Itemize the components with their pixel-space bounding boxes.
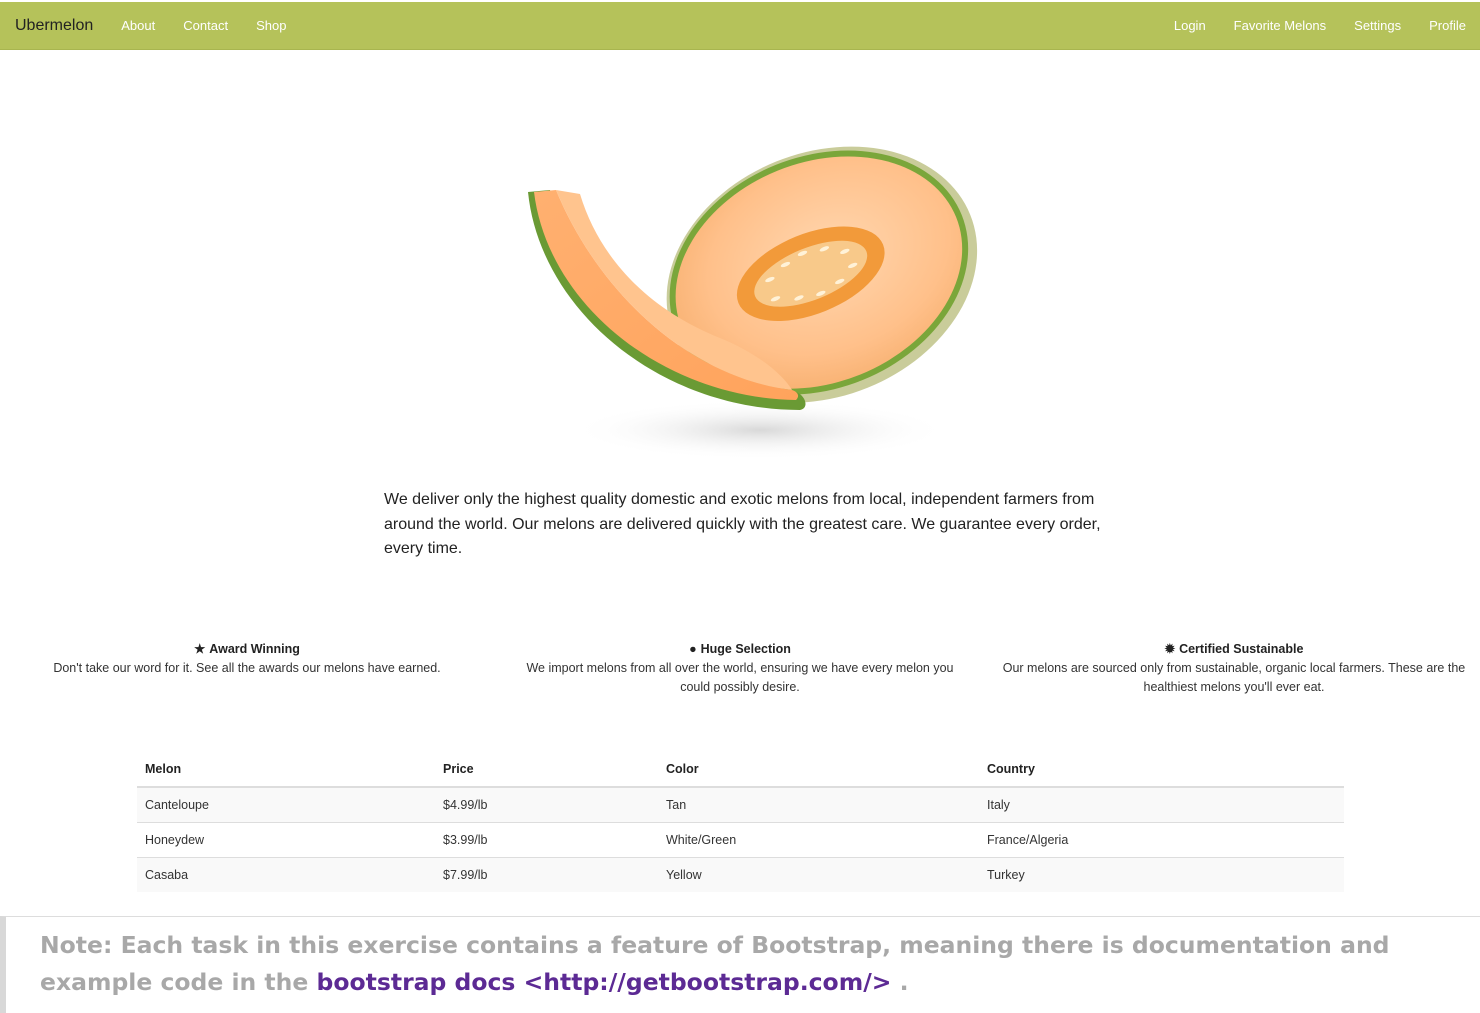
cell-color: Yellow bbox=[658, 856, 979, 892]
nav-link-about[interactable]: About bbox=[107, 18, 169, 33]
nav-link-favorite-melons[interactable]: Favorite Melons bbox=[1220, 18, 1340, 33]
cell-country: Italy bbox=[979, 786, 1344, 822]
nav-link-contact[interactable]: Contact bbox=[169, 18, 242, 33]
feature-description: We import melons from all over the world… bbox=[526, 661, 954, 694]
globe-icon: ● bbox=[689, 642, 697, 656]
feature-title: ★ Award Winning bbox=[30, 640, 464, 659]
melon-table: Melon Price Color Country Canteloupe $4.… bbox=[137, 752, 1344, 892]
cell-price: $7.99/lb bbox=[435, 856, 658, 892]
feature-award-winning: ★ Award Winning Don't take our word for i… bbox=[30, 640, 464, 678]
feature-description: Don't take our word for it. See all the … bbox=[53, 661, 441, 675]
feature-certified-sustainable: ✹ Certified Sustainable Our melons are so… bbox=[1000, 640, 1468, 697]
column-header-country: Country bbox=[979, 752, 1344, 788]
feature-title-text: Huge Selection bbox=[700, 642, 791, 656]
cantaloupe-illustration bbox=[528, 146, 978, 460]
table-header-row: Melon Price Color Country bbox=[137, 752, 1344, 788]
navbar-right: Login Favorite Melons Settings Profile bbox=[1160, 2, 1480, 49]
table-row: Canteloupe $4.99/lb Tan Italy bbox=[137, 786, 1344, 822]
column-header-color: Color bbox=[658, 752, 979, 788]
nav-link-profile[interactable]: Profile bbox=[1415, 18, 1480, 33]
bootstrap-note: Note: Each task in this exercise contain… bbox=[0, 916, 1480, 1013]
cell-color: White/Green bbox=[658, 821, 979, 857]
cell-price: $4.99/lb bbox=[435, 786, 658, 822]
column-header-price: Price bbox=[435, 752, 658, 788]
cell-country: France/Algeria bbox=[979, 821, 1344, 857]
column-header-melon: Melon bbox=[137, 752, 435, 788]
brand-link[interactable]: Ubermelon bbox=[0, 17, 107, 35]
feature-title-text: Award Winning bbox=[209, 642, 300, 656]
nav-link-login[interactable]: Login bbox=[1160, 18, 1220, 33]
star-icon: ★ bbox=[194, 642, 206, 656]
feature-title-text: Certified Sustainable bbox=[1179, 642, 1304, 656]
hero-melon-image bbox=[500, 110, 980, 480]
certificate-icon: ✹ bbox=[1164, 642, 1176, 656]
navbar-left: Ubermelon About Contact Shop bbox=[0, 2, 300, 49]
nav-link-settings[interactable]: Settings bbox=[1340, 18, 1415, 33]
feature-description: Our melons are sourced only from sustain… bbox=[1002, 661, 1466, 694]
top-navbar: Ubermelon About Contact Shop Login Favor… bbox=[0, 0, 1480, 50]
note-suffix: . bbox=[899, 968, 909, 996]
table-row: Casaba $7.99/lb Yellow Turkey bbox=[137, 856, 1344, 892]
cell-color: Tan bbox=[658, 786, 979, 822]
bootstrap-docs-link[interactable]: bootstrap docs <http://getbootstrap.com/… bbox=[317, 968, 892, 996]
table-row: Honeydew $3.99/lb White/Green France/Alg… bbox=[137, 821, 1344, 857]
cell-melon: Canteloupe bbox=[137, 786, 435, 822]
cell-melon: Casaba bbox=[137, 856, 435, 892]
feature-title: ● Huge Selection bbox=[510, 640, 970, 659]
feature-title: ✹ Certified Sustainable bbox=[1000, 640, 1468, 659]
cell-country: Turkey bbox=[979, 856, 1344, 892]
intro-paragraph: We deliver only the highest quality dome… bbox=[384, 491, 1101, 557]
feature-huge-selection: ● Huge Selection We import melons from al… bbox=[510, 640, 970, 697]
cell-melon: Honeydew bbox=[137, 821, 435, 857]
cell-price: $3.99/lb bbox=[435, 821, 658, 857]
nav-link-shop[interactable]: Shop bbox=[242, 18, 300, 33]
